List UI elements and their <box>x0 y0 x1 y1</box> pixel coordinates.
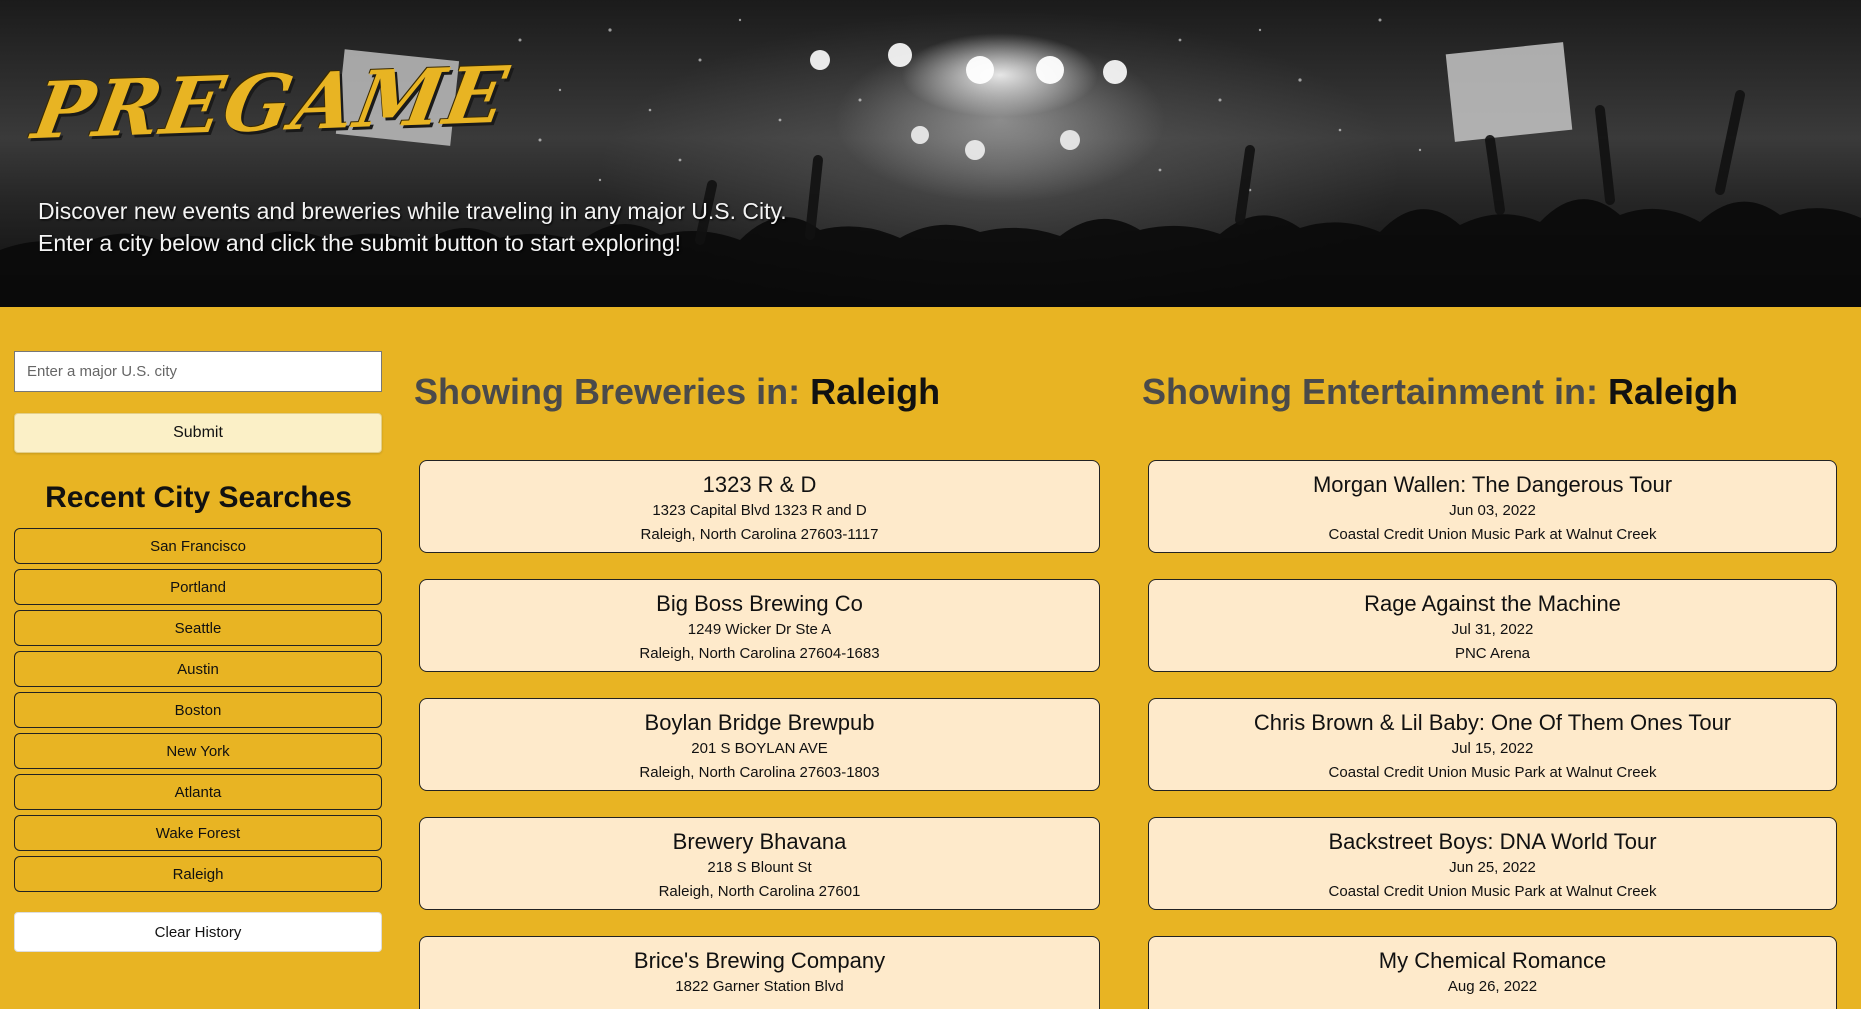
brewery-name: Boylan Bridge Brewpub <box>644 710 875 735</box>
recent-city-button[interactable]: Raleigh <box>14 856 382 892</box>
breweries-heading: Showing Breweries in: Raleigh <box>414 370 1104 414</box>
recent-searches-title: Recent City Searches <box>45 481 352 514</box>
event-card[interactable]: Morgan Wallen: The Dangerous Tour Jun 03… <box>1148 460 1837 553</box>
brewery-name: Big Boss Brewing Co <box>656 591 863 616</box>
event-name: Backstreet Boys: DNA World Tour <box>1328 829 1657 854</box>
brewery-card[interactable]: Big Boss Brewing Co 1249 Wicker Dr Ste A… <box>419 579 1100 672</box>
recent-city-button[interactable]: San Francisco <box>14 528 382 564</box>
brewery-street: 201 S BOYLAN AVE <box>691 740 828 757</box>
entertainment-column: Showing Entertainment in: Raleigh Morgan… <box>1142 370 1837 1009</box>
event-card[interactable]: Chris Brown & Lil Baby: One Of Them Ones… <box>1148 698 1837 791</box>
event-date: Jun 25, 2022 <box>1449 859 1536 876</box>
recent-city-button[interactable]: Seattle <box>14 610 382 646</box>
brewery-street: 218 S Blount St <box>707 859 812 876</box>
recent-city-button[interactable]: Wake Forest <box>14 815 382 851</box>
concert-crowd-image <box>0 18 1861 307</box>
recent-city-button[interactable]: Austin <box>14 651 382 687</box>
event-date: Jun 03, 2022 <box>1449 502 1536 519</box>
event-card[interactable]: Rage Against the Machine Jul 31, 2022 PN… <box>1148 579 1837 672</box>
hero-banner: PREGAME Discover new events and brewerie… <box>0 0 1861 307</box>
brewery-name: 1323 R & D <box>702 472 817 497</box>
event-name: My Chemical Romance <box>1378 948 1607 973</box>
brewery-card[interactable]: Brice's Brewing Company 1822 Garner Stat… <box>419 936 1100 1009</box>
recent-city-button[interactable]: Boston <box>14 692 382 728</box>
event-venue: Coastal Credit Union Music Park at Walnu… <box>1328 883 1657 900</box>
event-date: Aug 26, 2022 <box>1447 978 1538 995</box>
brewery-name: Brice's Brewing Company <box>633 948 886 973</box>
submit-button[interactable]: Submit <box>14 413 382 453</box>
brewery-street: 1822 Garner Station Blvd <box>675 978 844 995</box>
event-name: Morgan Wallen: The Dangerous Tour <box>1312 472 1673 497</box>
breweries-column: Showing Breweries in: Raleigh 1323 R & D… <box>414 370 1104 1009</box>
entertainment-heading-prefix: Showing Entertainment in: <box>1142 371 1608 412</box>
event-date: Jul 15, 2022 <box>1451 740 1534 757</box>
entertainment-heading-city: Raleigh <box>1608 371 1739 412</box>
brewery-street: 1249 Wicker Dr Ste A <box>687 621 832 638</box>
hero-tagline: Discover new events and breweries while … <box>38 195 787 259</box>
tagline-line-1: Discover new events and breweries while … <box>38 198 787 224</box>
recent-searches-list: San Francisco Portland Seattle Austin Bo… <box>14 528 383 892</box>
breweries-heading-prefix: Showing Breweries in: <box>414 371 811 412</box>
brewery-locality: Raleigh, North Carolina 27604-1683 <box>639 645 880 662</box>
city-search-input[interactable] <box>14 351 382 392</box>
app-logo: PREGAME <box>26 49 516 158</box>
event-date: Jul 31, 2022 <box>1451 621 1534 638</box>
clear-history-button[interactable]: Clear History <box>14 912 382 952</box>
breweries-heading-city: Raleigh <box>810 371 941 412</box>
recent-city-button[interactable]: Portland <box>14 569 382 605</box>
event-venue: Coastal Credit Union Music Park at Walnu… <box>1328 526 1657 543</box>
event-venue: Coastal Credit Union Music Park at Walnu… <box>1328 764 1657 781</box>
brewery-street: 1323 Capital Blvd 1323 R and D <box>652 502 867 519</box>
entertainment-heading: Showing Entertainment in: Raleigh <box>1142 370 1837 414</box>
event-venue: PNC Arena <box>1454 645 1531 662</box>
event-card-list: Morgan Wallen: The Dangerous Tour Jun 03… <box>1148 460 1837 1009</box>
brewery-card[interactable]: Brewery Bhavana 218 S Blount St Raleigh,… <box>419 817 1100 910</box>
brewery-card[interactable]: Boylan Bridge Brewpub 201 S BOYLAN AVE R… <box>419 698 1100 791</box>
event-name: Rage Against the Machine <box>1364 591 1621 616</box>
recent-city-button[interactable]: Atlanta <box>14 774 382 810</box>
brewery-locality: Raleigh, North Carolina 27603-1803 <box>639 764 880 781</box>
tagline-line-2: Enter a city below and click the submit … <box>38 230 682 256</box>
event-card[interactable]: My Chemical Romance Aug 26, 2022 <box>1148 936 1837 1009</box>
brewery-card-list: 1323 R & D 1323 Capital Blvd 1323 R and … <box>419 460 1104 1009</box>
search-sidebar: Submit Recent City Searches San Francisc… <box>14 351 383 952</box>
brewery-locality: Raleigh, North Carolina 27601 <box>658 883 861 900</box>
event-card[interactable]: Backstreet Boys: DNA World Tour Jun 25, … <box>1148 817 1837 910</box>
brewery-locality: Raleigh, North Carolina 27603-1117 <box>640 526 879 543</box>
brewery-card[interactable]: 1323 R & D 1323 Capital Blvd 1323 R and … <box>419 460 1100 553</box>
recent-city-button[interactable]: New York <box>14 733 382 769</box>
event-name: Chris Brown & Lil Baby: One Of Them Ones… <box>1253 710 1732 735</box>
brewery-name: Brewery Bhavana <box>672 829 847 854</box>
